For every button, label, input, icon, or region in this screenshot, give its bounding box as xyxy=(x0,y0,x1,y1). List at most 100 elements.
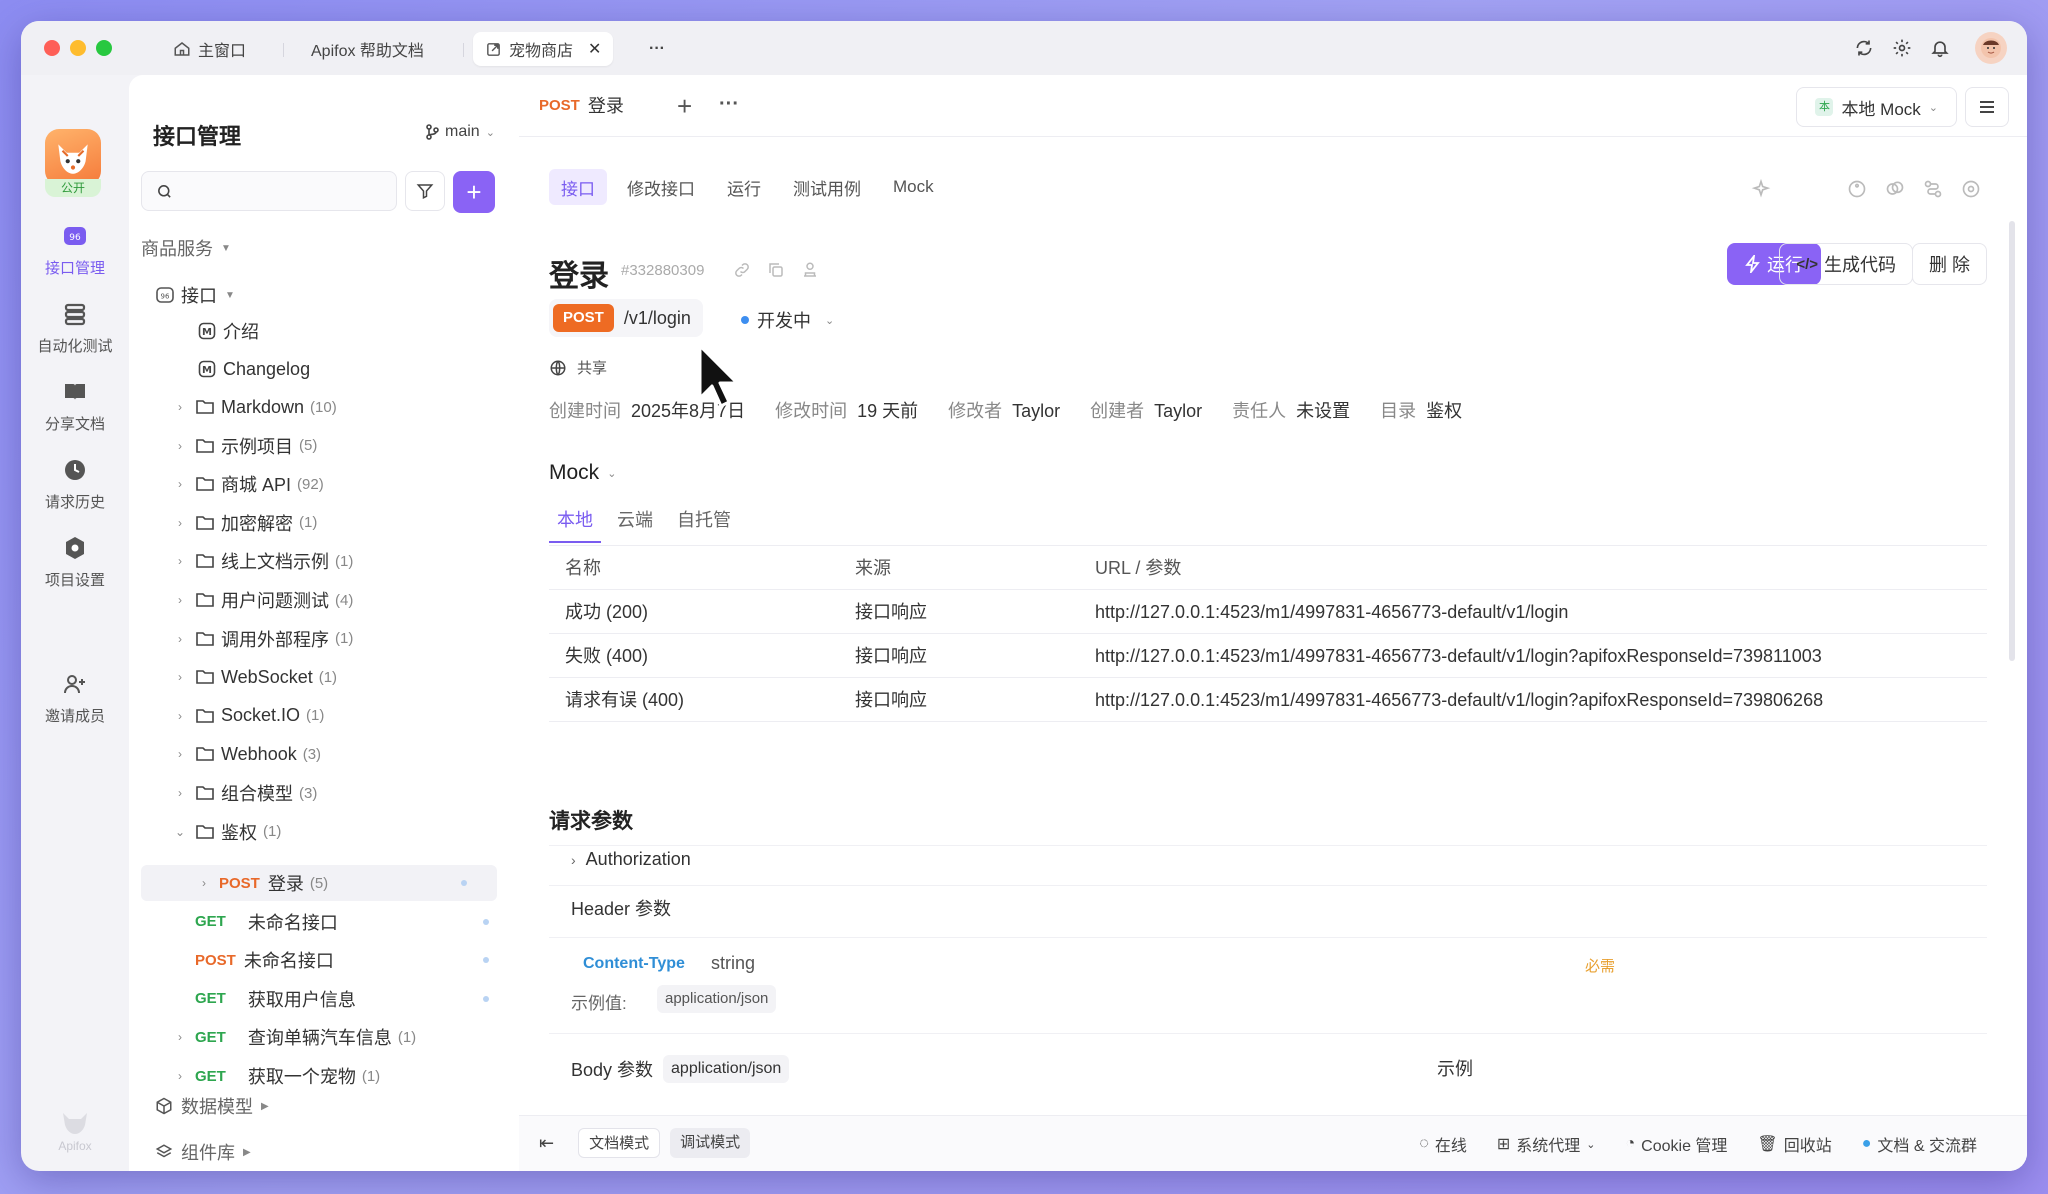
tree-folder[interactable]: › Markdown (10) xyxy=(129,389,519,425)
notifications-button[interactable] xyxy=(1927,35,1953,61)
method-badge: POST xyxy=(553,304,614,332)
subtab-mock[interactable]: Mock xyxy=(881,169,946,205)
filter-button[interactable] xyxy=(405,171,445,211)
sparkle-icon[interactable] xyxy=(1751,179,1771,199)
group-data-models[interactable]: 数据模型 ▶ xyxy=(155,1093,269,1119)
mock-environment-select[interactable]: 本 本地 Mock ⌄ xyxy=(1796,87,1957,127)
mock-url[interactable]: http://127.0.0.1:4523/m1/4997831-4656773… xyxy=(1095,634,1822,678)
tree-endpoint[interactable]: › GET 查询单辆汽车信息 (1) xyxy=(129,1019,519,1055)
tree-label: 组合模型 xyxy=(221,784,293,804)
sync-button[interactable] xyxy=(1851,35,1877,61)
tree-endpoint[interactable]: › POST 登录 (5) xyxy=(141,865,497,901)
collapse-sidebar-icon[interactable]: ⇤ xyxy=(539,1133,554,1154)
target-icon[interactable] xyxy=(1961,179,1981,199)
trash[interactable]: 🗑 回收站 xyxy=(1757,1132,1831,1156)
subtab-edit[interactable]: 修改接口 xyxy=(615,169,707,205)
subtab-test-cases[interactable]: 测试用例 xyxy=(781,169,873,205)
rail-item-invite[interactable]: 邀请成员 xyxy=(21,671,129,726)
project-logo[interactable] xyxy=(45,129,101,185)
tree-folder[interactable]: › 线上文档示例 (1) xyxy=(129,543,519,579)
community[interactable]: ● 文档 & 交流群 xyxy=(1862,1132,1977,1156)
mock-url[interactable]: http://127.0.0.1:4523/m1/4997831-4656773… xyxy=(1095,590,1568,634)
table-row[interactable]: 成功 (200) 接口响应 http://127.0.0.1:4523/m1/499… xyxy=(549,590,1987,634)
close-tab-icon[interactable]: ✕ xyxy=(588,39,601,59)
stamp-icon[interactable] xyxy=(801,261,819,279)
authorization-row[interactable]: › Authorization xyxy=(571,849,691,870)
new-tab-button[interactable]: + xyxy=(677,91,692,122)
generate-code-button[interactable]: </> 生成代码 xyxy=(1779,243,1913,285)
window-tab-help[interactable]: Apifox 帮助文档 xyxy=(299,32,436,66)
system-proxy[interactable]: ⊞ 系统代理 ⌄ xyxy=(1497,1132,1596,1156)
subtab-api[interactable]: 接口 xyxy=(549,169,607,205)
tree-folder[interactable]: › 组合模型 (3) xyxy=(129,775,519,811)
share-scope[interactable]: 共享 xyxy=(549,357,607,378)
body-content-type[interactable]: application/json xyxy=(663,1055,790,1083)
mock-tab-local[interactable]: 本地 xyxy=(549,501,601,543)
branch-selector[interactable]: main ⌄ xyxy=(425,123,495,141)
tree-folder[interactable]: › WebSocket (1) xyxy=(129,659,519,695)
tab-more-button[interactable]: ··· xyxy=(719,93,739,116)
request-url[interactable]: POST /v1/login xyxy=(549,299,703,337)
debug-mode-button[interactable]: 调试模式 xyxy=(670,1128,751,1158)
tree-endpoint[interactable]: GET 未命名接口 xyxy=(129,904,519,940)
copy-icon[interactable] xyxy=(767,261,785,279)
scrollbar[interactable] xyxy=(2009,221,2015,661)
group-components[interactable]: 组件库 ▶ xyxy=(155,1139,251,1165)
menu-button[interactable] xyxy=(1965,87,2009,127)
window-tab-main[interactable]: 主窗口 xyxy=(161,32,258,66)
tree-folder[interactable]: › 商城 API (92) xyxy=(129,466,519,502)
link-icon[interactable] xyxy=(733,261,751,279)
copy-icon[interactable] xyxy=(1885,179,1905,199)
flow-icon[interactable] xyxy=(1923,179,1943,199)
doc-mode-button[interactable]: 文档模式 xyxy=(578,1128,661,1158)
rail-item-automation[interactable]: 自动化测试 xyxy=(21,301,129,356)
tree-folder[interactable]: ⌄ 鉴权 (1) xyxy=(129,814,519,850)
more-icon: ··· xyxy=(719,93,739,115)
tree-doc-changelog[interactable]: M Changelog xyxy=(129,351,519,387)
close-window-button[interactable] xyxy=(44,40,60,56)
mock-tab-self-hosted[interactable]: 自托管 xyxy=(669,501,739,543)
tree-folder[interactable]: › 示例项目 (5) xyxy=(129,428,519,464)
search-box[interactable] xyxy=(141,171,397,211)
tree-folder[interactable]: › Socket.IO (1) xyxy=(129,698,519,734)
group-product-service[interactable]: 商品服务 ▼ xyxy=(141,235,231,261)
mock-url[interactable]: http://127.0.0.1:4523/m1/4997831-4656773… xyxy=(1095,678,1823,722)
search-input[interactable] xyxy=(181,182,381,200)
subtab-run[interactable]: 运行 xyxy=(715,169,773,205)
minimize-window-button[interactable] xyxy=(70,40,86,56)
doc-tab-login[interactable]: POST 登录 xyxy=(529,75,659,137)
rail-item-share-docs[interactable]: 分享文档 xyxy=(21,379,129,434)
table-row[interactable]: 请求有误 (400) 接口响应 http://127.0.0.1:4523/m1/4… xyxy=(549,678,1987,722)
rail-item-project-settings[interactable]: 项目设置 xyxy=(21,535,129,590)
add-button[interactable]: + xyxy=(453,171,495,213)
maximize-window-button[interactable] xyxy=(96,40,112,56)
tree-folder[interactable]: › Webhook (3) xyxy=(129,736,519,772)
table-row[interactable]: 失败 (400) 接口响应 http://127.0.0.1:4523/m1/499… xyxy=(549,634,1987,678)
palette-icon[interactable] xyxy=(1847,179,1867,199)
folder-icon xyxy=(195,397,215,417)
tree-endpoint[interactable]: GET 获取用户信息 xyxy=(129,981,519,1017)
delete-button[interactable]: 删 除 xyxy=(1911,243,1987,285)
mock-section-title[interactable]: Mock ⌄ xyxy=(549,461,616,485)
user-avatar[interactable] xyxy=(1975,32,2007,64)
cookie-manager[interactable]: ◔ Cookie 管理 xyxy=(1625,1132,1727,1156)
folder-icon xyxy=(195,436,215,456)
online-status[interactable]: ◌ 在线 xyxy=(1419,1132,1467,1156)
tree-root-api[interactable]: 96 接口 ▼ xyxy=(129,277,519,313)
mock-tab-cloud[interactable]: 云端 xyxy=(609,501,661,543)
status-selector[interactable]: 开发中 ⌄ xyxy=(741,307,834,333)
tree-label: 接口 xyxy=(181,286,217,306)
tree-folder[interactable]: › 加密解密 (1) xyxy=(129,505,519,541)
tree-folder[interactable]: › 用户问题测试 (4) xyxy=(129,582,519,618)
rail-item-history[interactable]: 请求历史 xyxy=(21,457,129,512)
more-tabs-button[interactable]: ··· xyxy=(637,32,677,66)
tree-folder[interactable]: › 调用外部程序 (1) xyxy=(129,621,519,657)
endpoint-id[interactable]: #332880309 xyxy=(621,262,704,279)
window-tab-petstore[interactable]: 宠物商店 ✕ xyxy=(473,32,614,66)
endpoint-subtabs: 接口 修改接口 运行 测试用例 Mock xyxy=(549,169,946,205)
tree-doc-intro[interactable]: M 介绍 xyxy=(129,313,519,349)
tree-endpoint[interactable]: POST 未命名接口 xyxy=(129,942,519,978)
settings-button[interactable] xyxy=(1889,35,1915,61)
rail-item-api[interactable]: 96 接口管理 xyxy=(21,223,129,278)
tree-endpoint[interactable]: › GET 获取一个宠物 (1) xyxy=(129,1058,519,1094)
